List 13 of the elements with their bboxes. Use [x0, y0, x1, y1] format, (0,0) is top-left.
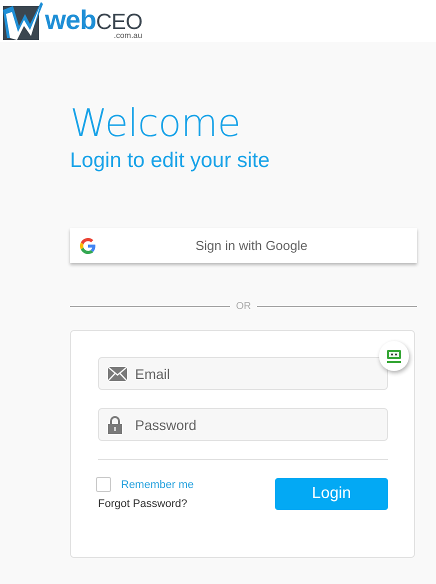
- logo-domain: .com.au: [114, 32, 142, 40]
- logo-wordmark: webCEO: [45, 7, 142, 34]
- password-field[interactable]: Password: [98, 408, 388, 441]
- or-separator: OR: [236, 301, 251, 312]
- remember-checkbox[interactable]: [96, 477, 111, 492]
- password-manager-badge[interactable]: [379, 341, 409, 371]
- subheading: Login to edit your site: [70, 148, 271, 174]
- robot-icon: [387, 350, 401, 362]
- google-sign-in-button[interactable]: Sign in with Google: [70, 228, 417, 263]
- welcome-heading: Welcome: [70, 100, 242, 146]
- forgot-password-link[interactable]: Forgot Password?: [98, 498, 194, 510]
- google-icon: [80, 238, 96, 254]
- email-field[interactable]: Email: [98, 357, 388, 390]
